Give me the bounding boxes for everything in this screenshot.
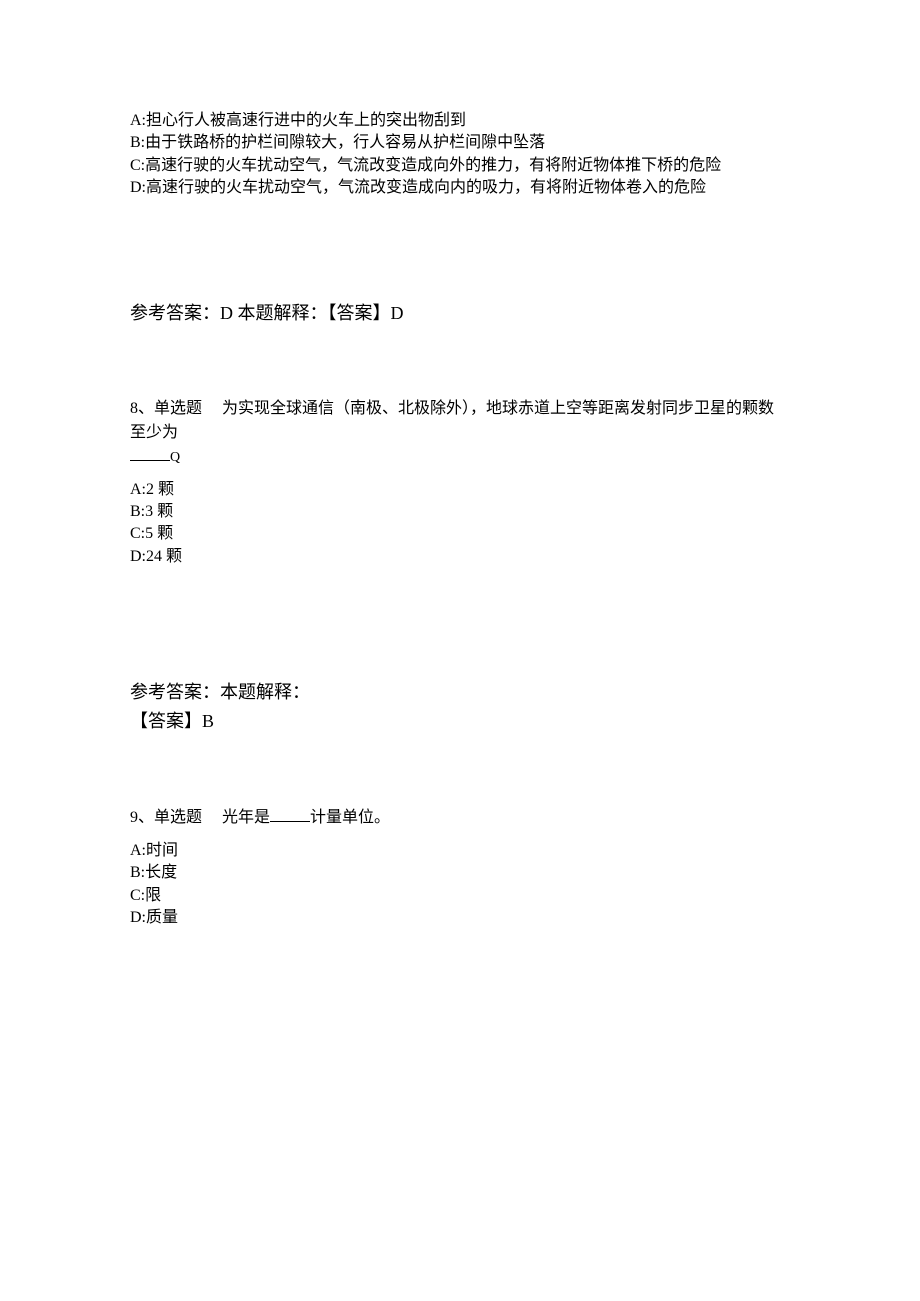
question-9: 9、单选题 光年是 计量单位。 — [130, 806, 790, 830]
q9-text: 9、单选题 光年是 计量单位。 — [130, 806, 790, 830]
q9-text-after: 计量单位。 — [310, 809, 390, 826]
q8-number: 8、 — [130, 400, 154, 417]
q8-answer-line1: 参考答案：本题解释： — [130, 678, 790, 707]
q7-option-d: D:高速行驶的火车扰动空气，气流改变造成向内的吸力，有将附近物体卷入的危险 — [130, 177, 790, 199]
question-9-options: A:时间 B:长度 C:限 D:质量 — [130, 840, 790, 930]
q9-type: 单选题 — [154, 806, 202, 830]
q9-text-before: 光年是 — [222, 809, 270, 826]
blank-fill — [130, 445, 170, 461]
q7-answer: 参考答案：D 本题解释：【答案】D — [130, 300, 790, 327]
q7-option-c: C:高速行驶的火车扰动空气，气流改变造成向外的推力，有将附近物体推下桥的危险 — [130, 155, 790, 177]
q7-option-a: A:担心行人被高速行进中的火车上的突出物刮到 — [130, 110, 790, 132]
q8-text: 8、单选题为实现全球通信（南极、北极除外），地球赤道上空等距离发射同步卫星的颗数… — [130, 397, 790, 445]
q8-type: 单选题 — [154, 397, 202, 421]
q8-option-b: B:3 颗 — [130, 501, 790, 523]
q8-answer-block: 参考答案：本题解释： 【答案】B — [130, 678, 790, 736]
q9-option-a: A:时间 — [130, 840, 790, 862]
q9-option-b: B:长度 — [130, 862, 790, 884]
q7-option-b: B:由于铁路桥的护栏间隙较大，行人容易从护栏间隙中坠落 — [130, 132, 790, 154]
q9-number: 9、 — [130, 809, 154, 826]
q8-option-d: D:24 颗 — [130, 546, 790, 568]
q9-option-d: D:质量 — [130, 907, 790, 929]
q8-blank-line: Q — [130, 445, 790, 469]
question-7-options: A:担心行人被高速行进中的火车上的突出物刮到 B:由于铁路桥的护栏间隙较大，行人… — [130, 110, 790, 200]
q8-option-a: A:2 颗 — [130, 479, 790, 501]
question-8: 8、单选题为实现全球通信（南极、北极除外），地球赤道上空等距离发射同步卫星的颗数… — [130, 397, 790, 469]
blank-fill — [270, 806, 310, 822]
q8-answer-line2: 【答案】B — [130, 707, 790, 736]
question-8-options: A:2 颗 B:3 颗 C:5 颗 D:24 颗 — [130, 479, 790, 569]
q8-small-q: Q — [170, 450, 180, 465]
q8-body: 为实现全球通信（南极、北极除外），地球赤道上空等距离发射同步卫星的颗数至少为 — [130, 400, 774, 441]
q8-option-c: C:5 颗 — [130, 523, 790, 545]
q9-option-c: C:限 — [130, 885, 790, 907]
